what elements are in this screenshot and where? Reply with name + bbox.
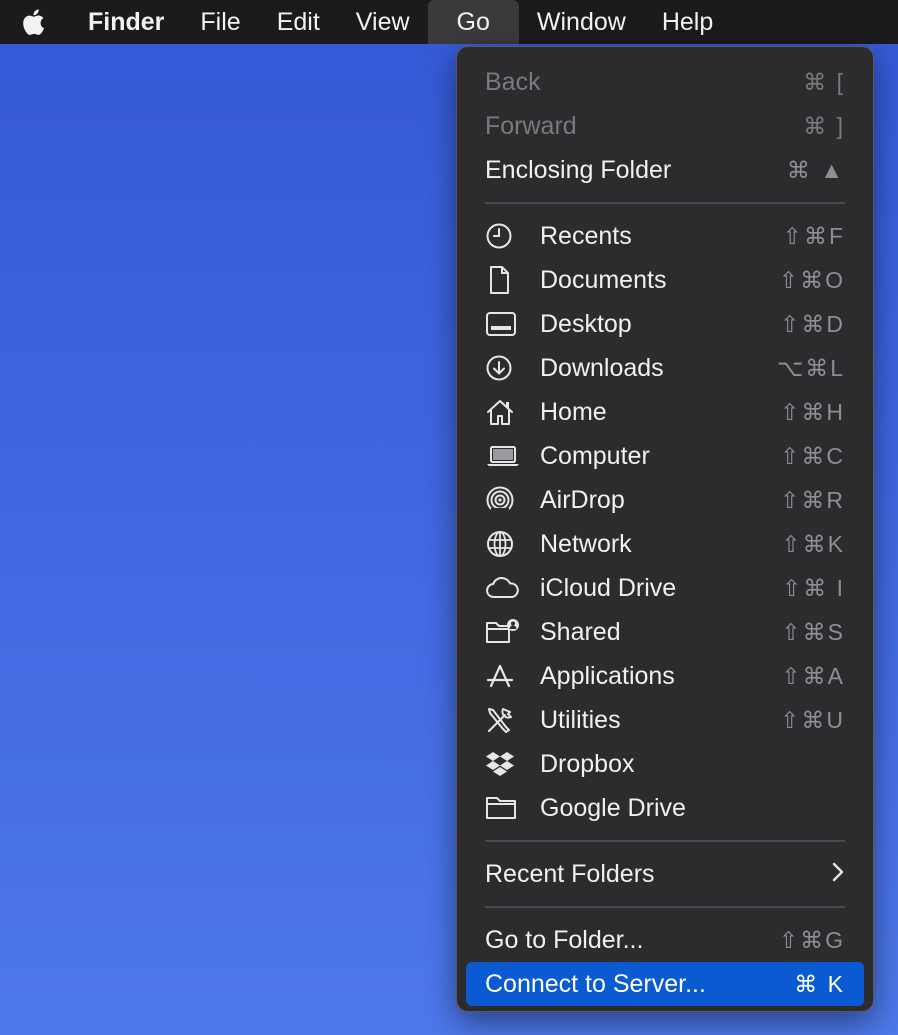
menu-item-label: Go to Folder... (485, 925, 644, 954)
menu-item-recents[interactable]: Recents ⇧⌘F (457, 214, 873, 258)
cloud-icon (485, 572, 525, 604)
shared-folder-icon (485, 616, 525, 648)
home-icon (485, 396, 525, 428)
laptop-icon (485, 440, 525, 472)
menu-item-network[interactable]: Network ⇧⌘K (457, 522, 873, 566)
menu-item-shortcut: ⇧⌘F (782, 222, 845, 249)
menu-separator (485, 906, 845, 908)
menu-item-shared[interactable]: Shared ⇧⌘S (457, 610, 873, 654)
menubar-window[interactable]: Window (519, 0, 644, 44)
menu-item-documents[interactable]: Documents ⇧⌘O (457, 258, 873, 302)
menu-item-shortcut: ⇧⌘H (780, 398, 845, 425)
menu-item-label: Recents (540, 221, 632, 250)
menu-item-shortcut: ⇧⌘G (778, 926, 845, 953)
menu-item-label: Home (540, 397, 607, 426)
menubar-help[interactable]: Help (644, 0, 731, 44)
menu-item-label: Enclosing Folder (485, 155, 672, 184)
menu-item-airdrop[interactable]: AirDrop ⇧⌘R (457, 478, 873, 522)
download-icon (485, 352, 525, 384)
menu-item-label: Recent Folders (485, 859, 655, 888)
menu-item-desktop[interactable]: Desktop ⇧⌘D (457, 302, 873, 346)
menu-item-label: Applications (540, 661, 675, 690)
menu-item-shortcut: ⇧⌘U (780, 706, 845, 733)
utilities-icon (485, 704, 525, 736)
menu-item-label: AirDrop (540, 485, 625, 514)
menu-item-dropbox[interactable]: Dropbox (457, 742, 873, 786)
clock-icon (485, 220, 525, 252)
menu-item-label: Network (540, 529, 632, 558)
menu-item-forward[interactable]: Forward ⌘ ] (457, 104, 873, 148)
menu-item-label: Back (485, 67, 541, 96)
menu-separator (485, 202, 845, 204)
airdrop-icon (485, 484, 525, 516)
menubar-go[interactable]: Go (427, 0, 519, 44)
menu-item-icloud-drive[interactable]: iCloud Drive ⇧⌘ I (457, 566, 873, 610)
desktop-icon (485, 308, 525, 340)
menubar-app-finder[interactable]: Finder (70, 0, 182, 44)
menu-item-label: iCloud Drive (540, 573, 677, 602)
menu-item-label: Desktop (540, 309, 632, 338)
menu-item-shortcut: ⌘ ▲ (786, 156, 845, 183)
menu-item-downloads[interactable]: Downloads ⌥⌘L (457, 346, 873, 390)
menu-item-connect-to-server[interactable]: Connect to Server... ⌘ K (466, 962, 864, 1006)
menu-item-shortcut: ⇧⌘D (780, 310, 845, 337)
menu-item-label: Shared (540, 617, 621, 646)
menu-item-utilities[interactable]: Utilities ⇧⌘U (457, 698, 873, 742)
apple-menu-icon[interactable] (0, 0, 70, 44)
menu-item-label: Utilities (540, 705, 621, 734)
folder-icon (485, 792, 525, 824)
menu-item-shortcut: ⌘ ] (803, 112, 845, 139)
menu-item-label: Computer (540, 441, 650, 470)
menu-item-go-to-folder[interactable]: Go to Folder... ⇧⌘G (457, 918, 873, 962)
menu-item-shortcut: ⇧⌘ I (781, 574, 845, 601)
menu-item-label: Forward (485, 111, 577, 140)
menu-item-home[interactable]: Home ⇧⌘H (457, 390, 873, 434)
menubar-edit[interactable]: Edit (259, 0, 338, 44)
menu-item-label: Downloads (540, 353, 664, 382)
menubar-view[interactable]: View (338, 0, 428, 44)
menu-item-computer[interactable]: Computer ⇧⌘C (457, 434, 873, 478)
menu-item-label: Dropbox (540, 749, 635, 778)
go-menu: Back ⌘ [ Forward ⌘ ] Enclosing Folder ⌘ … (456, 46, 874, 1012)
menu-item-label: Connect to Server... (485, 969, 706, 998)
menu-item-shortcut: ⇧⌘R (780, 486, 845, 513)
menu-item-enclosing-folder[interactable]: Enclosing Folder ⌘ ▲ (457, 148, 873, 192)
menu-item-shortcut: ⌥⌘L (776, 354, 845, 381)
globe-icon (485, 528, 525, 560)
menu-separator (485, 840, 845, 842)
menubar-file[interactable]: File (182, 0, 258, 44)
menu-item-shortcut: ⇧⌘C (780, 442, 845, 469)
menu-item-label: Documents (540, 265, 667, 294)
document-icon (485, 264, 525, 296)
menu-item-applications[interactable]: Applications ⇧⌘A (457, 654, 873, 698)
menu-item-shortcut: ⇧⌘A (781, 662, 845, 689)
menu-item-back[interactable]: Back ⌘ [ (457, 60, 873, 104)
menu-item-google-drive[interactable]: Google Drive (457, 786, 873, 830)
chevron-right-icon (831, 859, 845, 890)
menu-item-shortcut: ⌘ [ (803, 68, 845, 95)
menu-bar: Finder File Edit View Go Window Help (0, 0, 898, 44)
menu-item-label: Google Drive (540, 793, 686, 822)
menu-item-shortcut: ⇧⌘O (778, 266, 845, 293)
menu-item-recent-folders[interactable]: Recent Folders (457, 852, 873, 896)
menu-item-shortcut: ⇧⌘K (781, 530, 845, 557)
menu-item-shortcut: ⌘ K (794, 970, 845, 997)
menu-item-shortcut: ⇧⌘S (781, 618, 845, 645)
dropbox-icon (485, 748, 525, 780)
applications-icon (485, 660, 525, 692)
